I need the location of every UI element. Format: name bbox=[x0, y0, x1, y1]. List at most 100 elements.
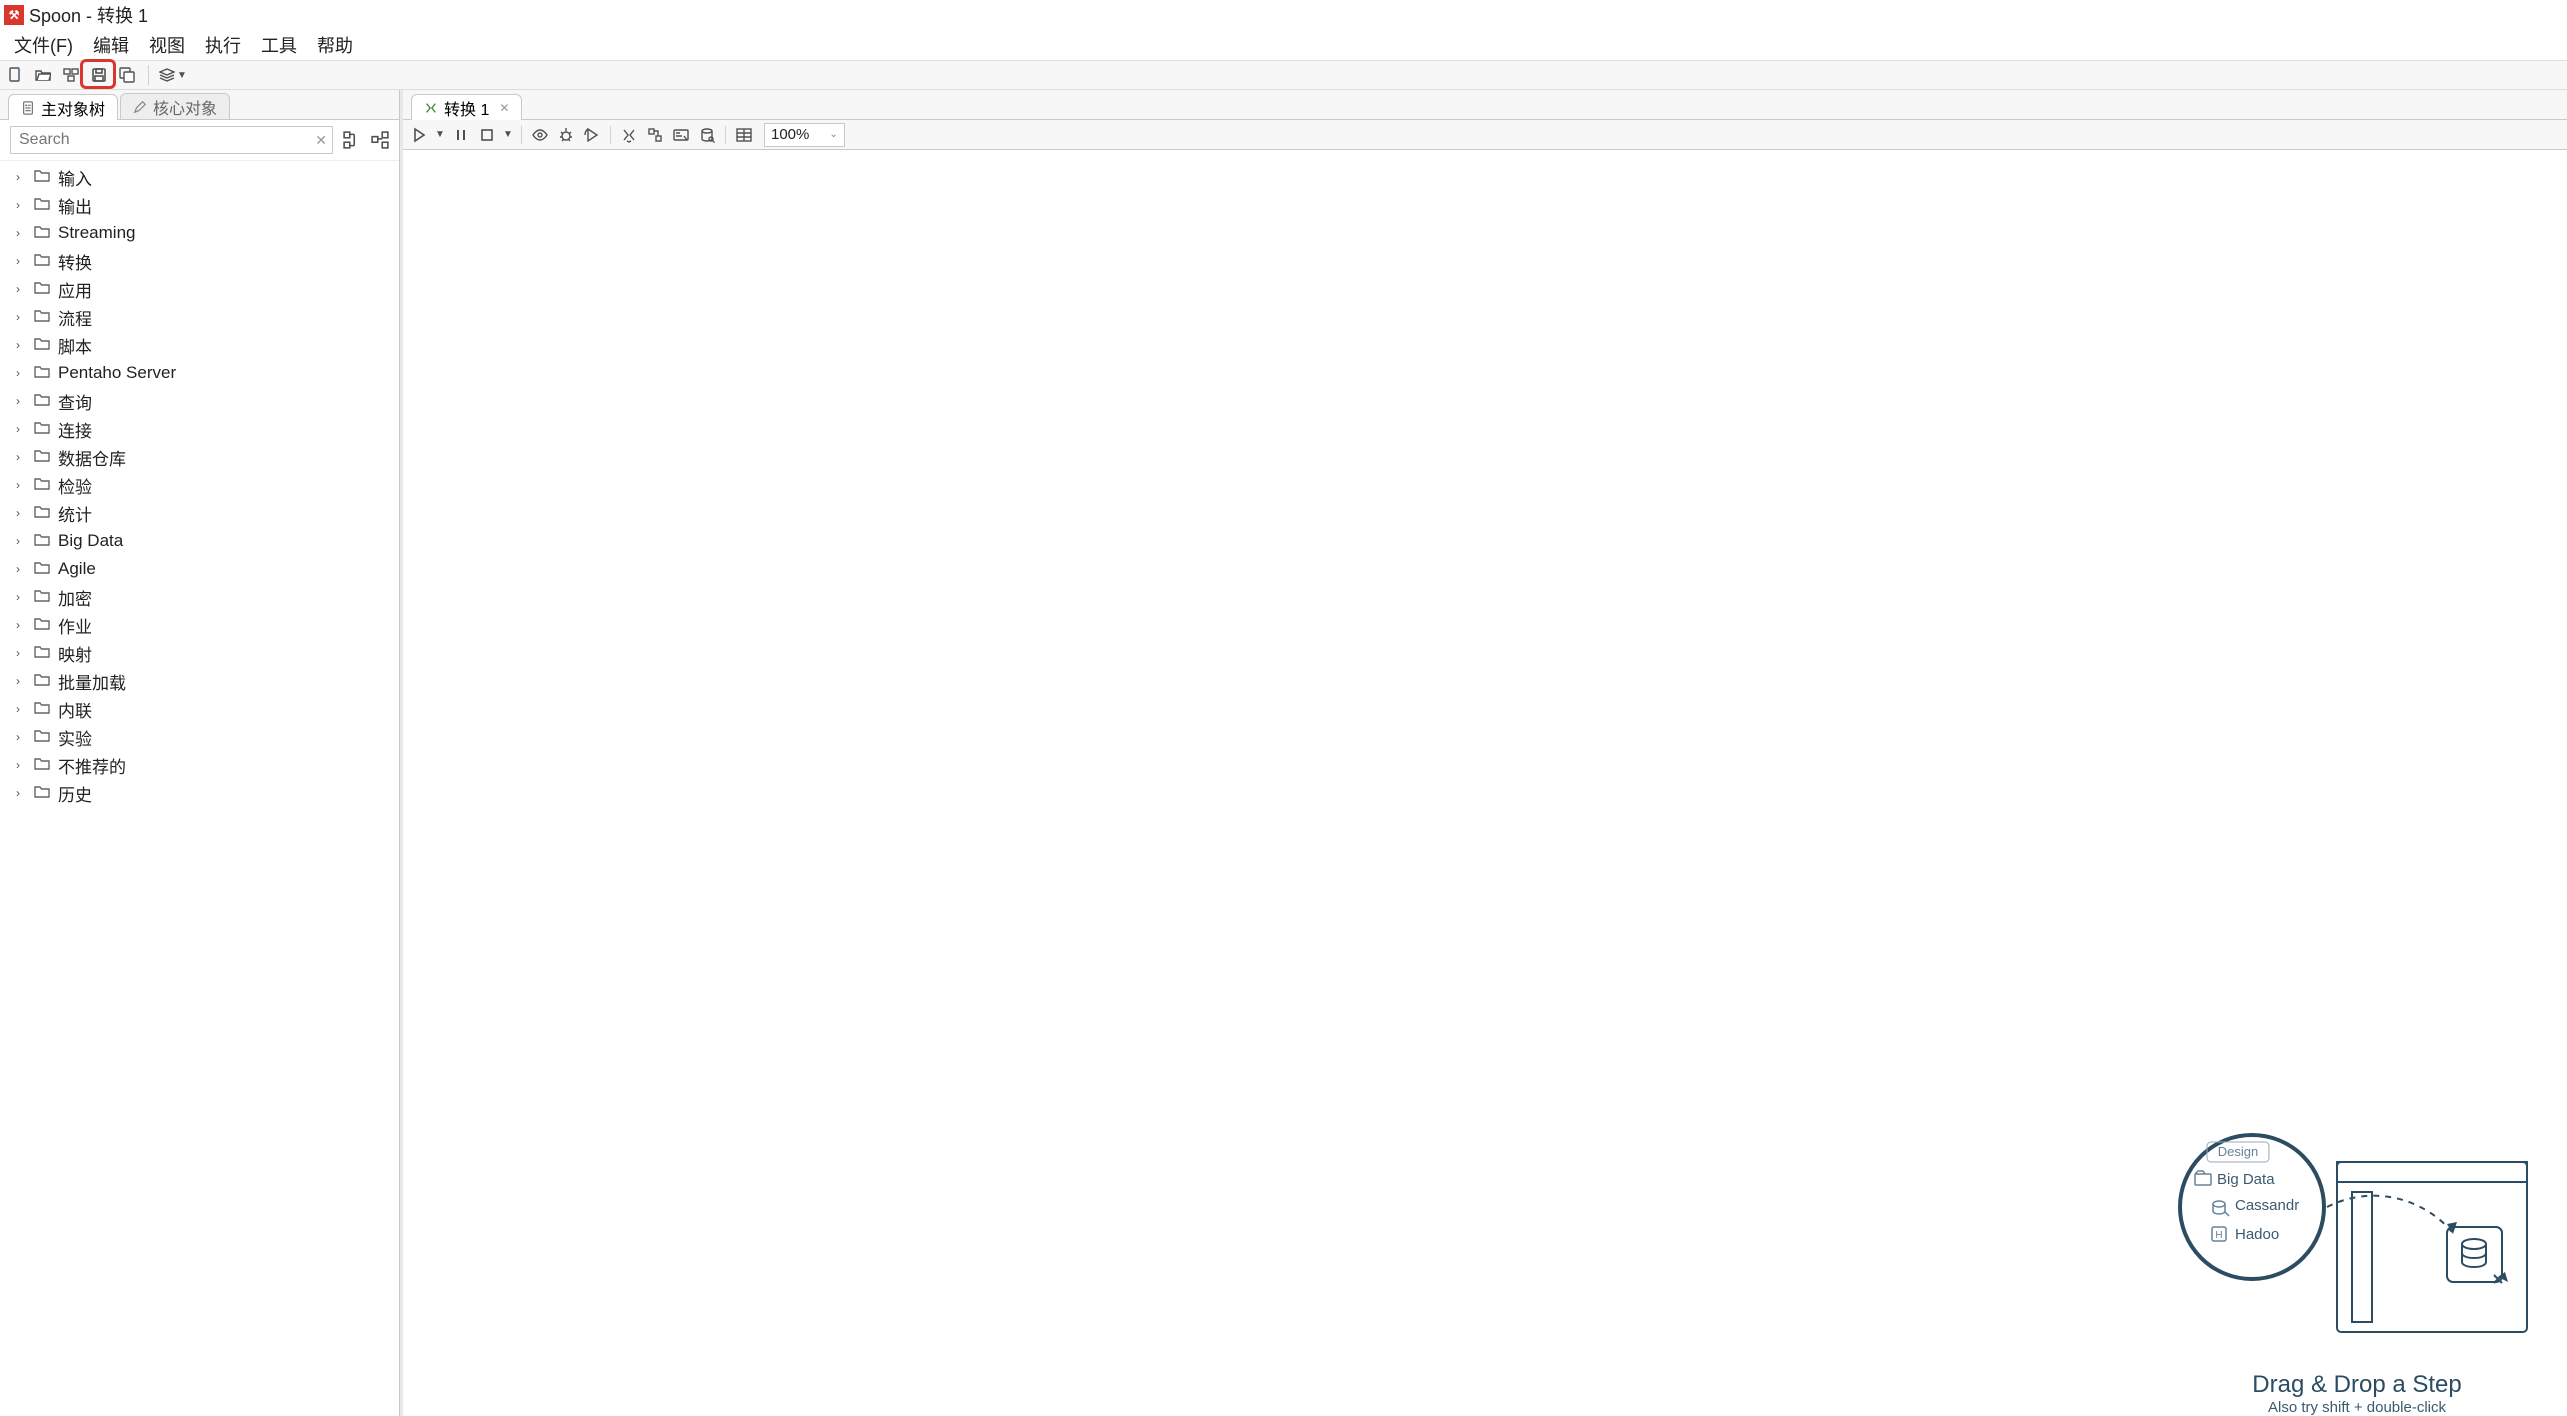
expand-caret-icon[interactable]: › bbox=[16, 674, 26, 688]
explore-repo-icon[interactable] bbox=[60, 64, 82, 86]
tab-main-tree[interactable]: 主对象树 bbox=[8, 94, 118, 120]
tree-item[interactable]: ›数据仓库 bbox=[0, 443, 399, 471]
expand-caret-icon[interactable]: › bbox=[16, 534, 26, 548]
tree-item[interactable]: ›实验 bbox=[0, 723, 399, 751]
canvas[interactable]: Design Big Data Cassandr H Hadoo Drag bbox=[403, 150, 2567, 1416]
dropdown-caret-icon: ▼ bbox=[177, 70, 187, 81]
expand-caret-icon[interactable]: › bbox=[16, 338, 26, 352]
menu-tools[interactable]: 工具 bbox=[251, 29, 307, 61]
expand-caret-icon[interactable]: › bbox=[16, 590, 26, 604]
tree-item[interactable]: › 映射 bbox=[0, 639, 399, 667]
search-input[interactable] bbox=[10, 126, 333, 154]
tree-item[interactable]: ›检验 bbox=[0, 471, 399, 499]
folder-icon bbox=[34, 391, 50, 411]
folder-icon bbox=[34, 447, 50, 467]
expand-caret-icon[interactable]: › bbox=[16, 646, 26, 660]
expand-caret-icon[interactable]: › bbox=[16, 506, 26, 520]
tree-item-label: 应用 bbox=[58, 277, 92, 302]
tree-item[interactable]: ›输出 bbox=[0, 191, 399, 219]
save-as-icon[interactable] bbox=[116, 64, 138, 86]
tree-item[interactable]: ›Streaming bbox=[0, 219, 399, 247]
expand-caret-icon[interactable]: › bbox=[16, 758, 26, 772]
tree-item-label: 查询 bbox=[58, 389, 92, 414]
menu-view[interactable]: 视图 bbox=[139, 29, 195, 61]
open-file-icon[interactable] bbox=[32, 64, 54, 86]
tab-label: 核心对象 bbox=[153, 95, 217, 119]
tree-item[interactable]: ›Pentaho Server bbox=[0, 359, 399, 387]
tree-item-label: 映射 bbox=[58, 641, 92, 666]
expand-caret-icon[interactable]: › bbox=[16, 282, 26, 296]
close-tab-icon[interactable]: ✕ bbox=[495, 101, 509, 115]
right-pane: 转换 1 ✕ ▼ ▼ bbox=[400, 90, 2567, 1416]
perspective-icon[interactable]: ▼ bbox=[159, 64, 187, 86]
expand-caret-icon[interactable]: › bbox=[16, 702, 26, 716]
expand-caret-icon[interactable]: › bbox=[16, 394, 26, 408]
stop-icon[interactable] bbox=[477, 125, 497, 145]
impact-icon[interactable] bbox=[645, 125, 665, 145]
explore-db-icon[interactable] bbox=[697, 125, 717, 145]
tree-item[interactable]: › 应用 bbox=[0, 275, 399, 303]
expand-caret-icon[interactable]: › bbox=[16, 478, 26, 492]
tab-transformation-1[interactable]: 转换 1 ✕ bbox=[411, 94, 522, 120]
tree-item[interactable]: › 查询 bbox=[0, 387, 399, 415]
folder-icon bbox=[34, 783, 50, 803]
tree-item[interactable]: ›批量加载 bbox=[0, 667, 399, 695]
debug-icon[interactable] bbox=[556, 125, 576, 145]
folder-icon bbox=[34, 335, 50, 355]
tree-item-label: 内联 bbox=[58, 697, 92, 722]
clear-search-icon[interactable]: ✕ bbox=[315, 132, 327, 149]
tree-item[interactable]: ›脚本 bbox=[0, 331, 399, 359]
tree-item[interactable]: ›Big Data bbox=[0, 527, 399, 555]
zoom-select[interactable]: 100% ⌄ bbox=[764, 123, 845, 147]
replay-icon[interactable] bbox=[582, 125, 602, 145]
menu-file[interactable]: 文件(F) bbox=[4, 29, 83, 61]
expand-caret-icon[interactable]: › bbox=[16, 170, 26, 184]
expand-all-icon[interactable] bbox=[343, 131, 361, 149]
preview-icon[interactable] bbox=[530, 125, 550, 145]
expand-caret-icon[interactable]: › bbox=[16, 310, 26, 324]
sql-icon[interactable] bbox=[671, 125, 691, 145]
tree-item[interactable]: › 统计 bbox=[0, 499, 399, 527]
menu-help[interactable]: 帮助 bbox=[307, 29, 363, 61]
folder-icon bbox=[34, 615, 50, 635]
expand-caret-icon[interactable]: › bbox=[16, 198, 26, 212]
tree-item[interactable]: ›作业 bbox=[0, 611, 399, 639]
tree-item[interactable]: ›历史 bbox=[0, 779, 399, 807]
tree-item[interactable]: › 内联 bbox=[0, 695, 399, 723]
left-tab-row: 主对象树 核心对象 bbox=[0, 90, 399, 120]
run-options-dropdown-icon[interactable]: ▼ bbox=[435, 125, 445, 145]
steps-tree[interactable]: ›输入›输出›Streaming›转换›应用›流程›脚本›Pentaho Ser… bbox=[0, 161, 399, 1416]
tree-item[interactable]: ›输入 bbox=[0, 163, 399, 191]
tree-item-label: 转换 bbox=[58, 249, 92, 274]
expand-caret-icon[interactable]: › bbox=[16, 730, 26, 744]
expand-caret-icon[interactable]: › bbox=[16, 562, 26, 576]
tree-item[interactable]: › 转换 bbox=[0, 247, 399, 275]
tree-item[interactable]: ›连接 bbox=[0, 415, 399, 443]
tree-item[interactable]: ›不推荐的 bbox=[0, 751, 399, 779]
tab-core-objects[interactable]: 核心对象 bbox=[120, 93, 230, 119]
show-results-icon[interactable] bbox=[734, 125, 754, 145]
transformation-icon bbox=[424, 101, 438, 115]
expand-caret-icon[interactable]: › bbox=[16, 254, 26, 268]
expand-caret-icon[interactable]: › bbox=[16, 226, 26, 240]
stop-options-dropdown-icon[interactable]: ▼ bbox=[503, 125, 513, 145]
new-file-icon[interactable] bbox=[4, 64, 26, 86]
expand-caret-icon[interactable]: › bbox=[16, 786, 26, 800]
tree-item[interactable]: ›Agile bbox=[0, 555, 399, 583]
menu-edit[interactable]: 编辑 bbox=[83, 29, 139, 61]
expand-caret-icon[interactable]: › bbox=[16, 450, 26, 464]
verify-icon[interactable] bbox=[619, 125, 639, 145]
canvas-tab-row: 转换 1 ✕ bbox=[403, 90, 2567, 120]
search-row: ✕ bbox=[0, 120, 399, 161]
tree-item[interactable]: ›流程 bbox=[0, 303, 399, 331]
tree-item[interactable]: ›加密 bbox=[0, 583, 399, 611]
collapse-all-icon[interactable] bbox=[371, 131, 389, 149]
save-icon[interactable] bbox=[88, 64, 110, 86]
expand-caret-icon[interactable]: › bbox=[16, 422, 26, 436]
expand-caret-icon[interactable]: › bbox=[16, 366, 26, 380]
tree-item-label: 统计 bbox=[58, 501, 92, 526]
pause-icon[interactable] bbox=[451, 125, 471, 145]
run-icon[interactable] bbox=[409, 125, 429, 145]
expand-caret-icon[interactable]: › bbox=[16, 618, 26, 632]
menu-run[interactable]: 执行 bbox=[195, 29, 251, 61]
